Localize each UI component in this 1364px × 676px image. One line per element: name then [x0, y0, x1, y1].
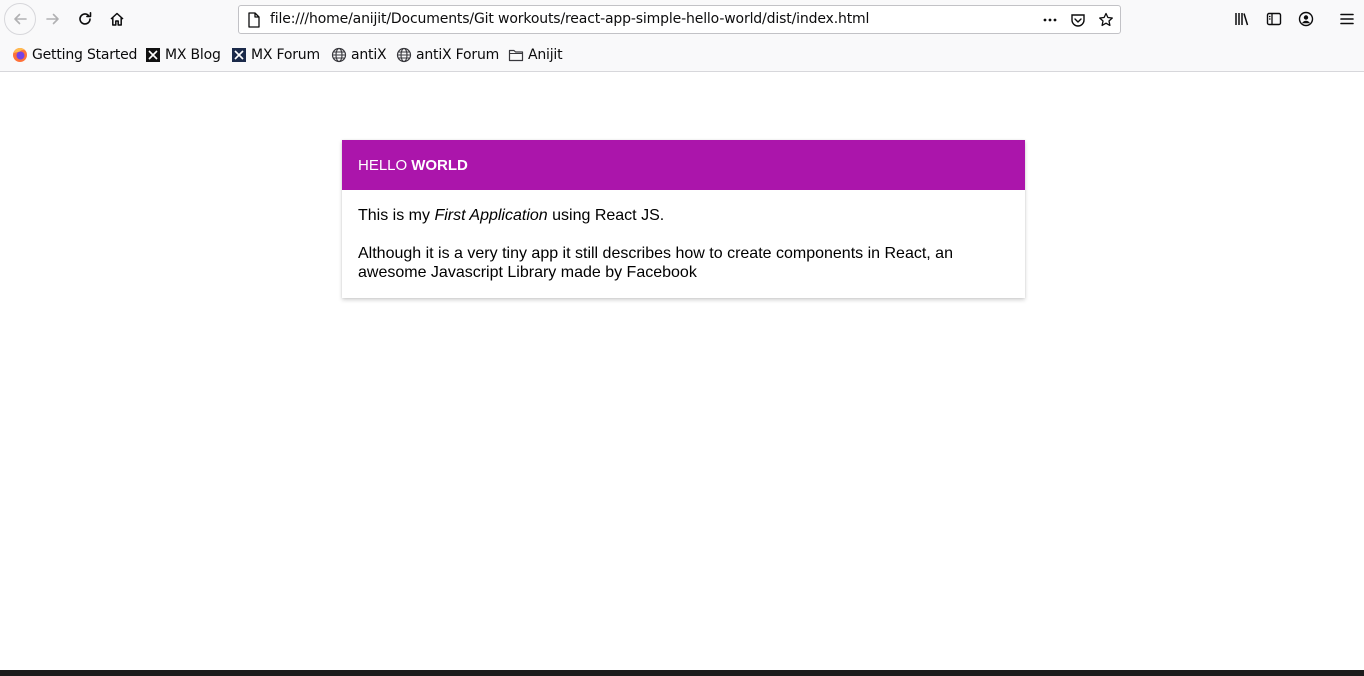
- bookmark-mx-blog[interactable]: MX Blog: [145, 45, 221, 65]
- library-button[interactable]: [1227, 4, 1257, 34]
- bookmark-label: antiX Forum: [416, 47, 500, 63]
- page-icon: [247, 12, 261, 32]
- header-world-text: WORLD: [411, 156, 468, 174]
- page-content: HELLO WORLD This is my First Application…: [0, 72, 1364, 670]
- card-header: HELLO WORLD: [342, 140, 1025, 190]
- forward-button[interactable]: [38, 4, 68, 34]
- home-icon: [109, 11, 125, 27]
- bookmark-mx-forum[interactable]: MX Forum: [231, 45, 320, 65]
- bookmark-antix-forum[interactable]: antiX Forum: [396, 45, 499, 65]
- home-button[interactable]: [102, 4, 132, 34]
- bookmark-label: Getting Started: [32, 47, 138, 63]
- bookmark-label: MX Blog: [165, 47, 221, 63]
- intro-text-start: This is my: [358, 207, 435, 224]
- arrow-right-icon: [45, 11, 61, 27]
- account-icon: [1298, 11, 1314, 27]
- bookmarks-toolbar: Getting Started MX Blog MX Forum antiX a…: [0, 38, 1364, 72]
- card-body: This is my First Application using React…: [342, 190, 1025, 282]
- sidebar-icon: [1266, 11, 1282, 27]
- account-button[interactable]: [1291, 4, 1321, 34]
- intro-emphasis: First Application: [434, 207, 548, 224]
- mx-logo-icon: [231, 47, 247, 63]
- pocket-icon[interactable]: [1070, 12, 1086, 28]
- reload-button[interactable]: [70, 4, 100, 34]
- mx-logo-icon: [145, 47, 161, 63]
- arrow-left-icon: [12, 11, 28, 27]
- globe-icon: [331, 47, 347, 63]
- library-icon: [1234, 11, 1250, 27]
- intro-text-end: using React JS.: [547, 207, 665, 224]
- globe-icon: [396, 47, 412, 63]
- sidebar-button[interactable]: [1259, 4, 1289, 34]
- bookmark-label: MX Forum: [251, 47, 320, 63]
- url-bar[interactable]: file:///home/anijit/Documents/Git workou…: [238, 5, 1121, 34]
- description-paragraph: Although it is a very tiny app it still …: [358, 245, 953, 281]
- folder-icon: [508, 47, 524, 63]
- bookmark-folder-anijit[interactable]: Anijit: [508, 45, 563, 65]
- header-hello-text: HELLO: [358, 156, 408, 174]
- url-text[interactable]: file:///home/anijit/Documents/Git workou…: [270, 6, 1030, 33]
- navigation-toolbar: file:///home/anijit/Documents/Git workou…: [0, 0, 1364, 38]
- bookmark-label: Anijit: [528, 47, 563, 63]
- bookmark-antix[interactable]: antiX: [331, 45, 387, 65]
- menu-button[interactable]: [1332, 4, 1362, 34]
- hamburger-icon: [1339, 11, 1355, 27]
- intro-paragraph: This is my First Application using React…: [358, 206, 1009, 225]
- bookmark-getting-started[interactable]: Getting Started: [12, 45, 137, 65]
- star-icon[interactable]: [1098, 12, 1114, 28]
- reload-icon: [77, 11, 93, 27]
- back-button[interactable]: [4, 3, 36, 35]
- taskbar-edge: [0, 670, 1364, 676]
- firefox-icon: [12, 47, 28, 63]
- hello-card: HELLO WORLD This is my First Application…: [342, 140, 1025, 298]
- page-actions-icon[interactable]: [1042, 12, 1058, 28]
- bookmark-label: antiX: [351, 47, 387, 63]
